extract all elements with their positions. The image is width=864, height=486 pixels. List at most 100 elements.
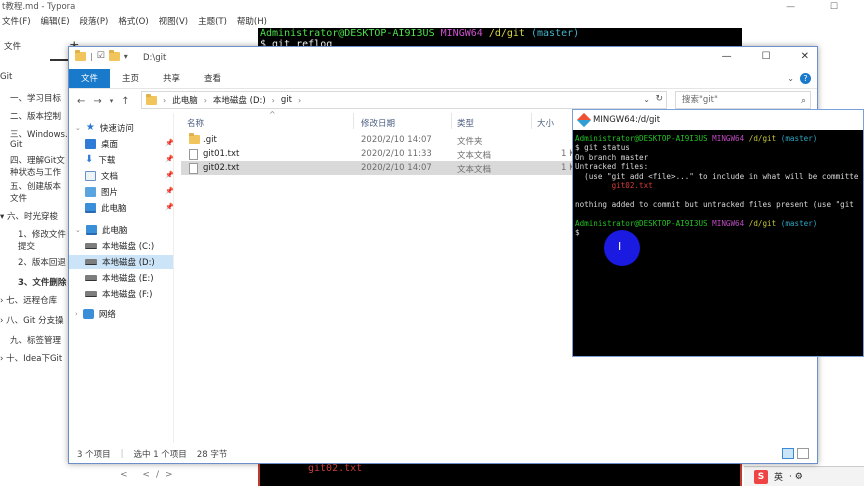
nav-this-pc[interactable]: ⌄ 此电脑 (75, 223, 127, 237)
file-name: git01.txt (203, 149, 240, 159)
explorer-window-controls: — ☐ ✕ (722, 51, 809, 62)
outline-item[interactable]: 种状态与工作 (10, 166, 61, 178)
nav-drive-f[interactable]: 本地磁盘 (F:) (85, 287, 152, 301)
computer-icon (85, 225, 97, 235)
maximize-icon[interactable]: ☐ (762, 51, 771, 62)
source-mode-icon[interactable]: </> (142, 470, 178, 480)
outline-item[interactable]: Git (10, 140, 22, 150)
minimize-icon[interactable]: — (722, 51, 732, 62)
tab-file[interactable]: 文件 (69, 69, 111, 88)
search-input[interactable]: 搜索"git" ⌕ (675, 91, 811, 109)
nav-drive-e[interactable]: 本地磁盘 (E:) (85, 271, 154, 285)
breadcrumb-drive-d[interactable]: 本地磁盘 (D:) (213, 94, 266, 106)
menu-file[interactable]: 文件(F) (2, 15, 31, 30)
ime-logo-icon[interactable]: S (754, 469, 768, 484)
chevron-down-icon[interactable]: ⌄ (75, 226, 81, 234)
outline-item[interactable]: 提交 (18, 240, 35, 252)
tab-files[interactable]: 文件 (4, 40, 21, 52)
breadcrumb-this-pc[interactable]: 此电脑 (172, 94, 198, 106)
toggle-sidebar-icon[interactable]: < (120, 470, 134, 480)
outline-item[interactable]: ▾ 六、时光穿梭 (0, 210, 58, 222)
computer-icon (85, 203, 96, 213)
nav-drive-d[interactable]: 本地磁盘 (D:) (69, 255, 173, 269)
details-view-icon[interactable] (782, 448, 794, 459)
address-dropdown-icon[interactable]: ⌄ (643, 95, 650, 104)
menu-edit[interactable]: 编辑(E) (41, 15, 70, 30)
tab-view[interactable]: 查看 (192, 69, 233, 88)
git-bash-titlebar: MINGW64:/d/git (573, 110, 863, 130)
chevron-right-icon[interactable]: › (75, 310, 78, 318)
outline-item[interactable]: 三、Windows... (10, 128, 73, 140)
nav-desktop[interactable]: 桌面 (85, 137, 118, 151)
navigation-pane: ⌄ ★ 快速访问 桌面 📌 ⬇ 下载 📌 文档 📌 图片 📌 此电脑 📌 ⌄ 此… (69, 113, 174, 443)
column-header-type[interactable]: 类型 (457, 117, 474, 129)
tab-underline (50, 59, 68, 61)
menu-theme[interactable]: 主题(T) (198, 15, 227, 30)
nav-downloads[interactable]: ⬇ 下载 (85, 153, 115, 167)
drive-icon (85, 275, 97, 281)
pane-divider[interactable] (173, 113, 174, 443)
ribbon-tabs: 文件 主页 共享 查看 (69, 69, 817, 89)
refresh-icon[interactable]: ↻ (655, 94, 663, 104)
column-divider[interactable] (353, 113, 354, 129)
nav-drive-c[interactable]: 本地磁盘 (C:) (85, 239, 154, 253)
recent-dropdown-icon[interactable]: ▾ (110, 97, 114, 105)
outline-item[interactable]: 二、版本控制 (10, 110, 61, 122)
menu-format[interactable]: 格式(O) (118, 15, 148, 30)
column-divider[interactable] (451, 113, 452, 129)
outline-item[interactable]: 九、标签管理 (10, 334, 61, 346)
close-icon[interactable]: ✕ (801, 51, 809, 62)
search-icon[interactable]: ⌕ (801, 93, 806, 109)
new-folder-icon[interactable] (108, 49, 120, 61)
chevron-right-icon[interactable]: › (163, 96, 166, 105)
file-modified: 2020/2/10 14:07 (361, 135, 432, 145)
outline-item-active[interactable]: 3、文件删除 (18, 276, 66, 288)
chevron-right-icon[interactable]: › (204, 96, 207, 105)
up-arrow-icon[interactable]: ↑ (121, 96, 129, 107)
nav-documents[interactable]: 文档 (85, 169, 118, 183)
outline-item[interactable]: Git (0, 72, 12, 82)
column-header-modified[interactable]: 修改日期 (361, 117, 395, 129)
dropdown-icon[interactable]: ▾ (124, 52, 128, 61)
outline-item[interactable]: 一、学习目标 (10, 92, 61, 104)
back-arrow-icon[interactable]: ← (77, 96, 85, 107)
outline-item[interactable]: 五、创建版本 (10, 180, 61, 192)
folder-icon (189, 133, 200, 144)
outline-item[interactable]: › 七、远程仓库 (0, 294, 57, 306)
chevron-right-icon[interactable]: › (272, 96, 275, 105)
menu-paragraph[interactable]: 段落(P) (80, 15, 109, 30)
chevron-down-icon[interactable]: ⌄ (75, 124, 81, 132)
ime-lang[interactable]: 英 (774, 470, 783, 483)
tab-home[interactable]: 主页 (110, 69, 151, 88)
ime-more-icon[interactable]: · ⚙ (789, 472, 803, 482)
ime-toolbar[interactable]: S 英 · ⚙ (744, 466, 864, 486)
nav-quick-access[interactable]: ⌄ ★ 快速访问 (75, 121, 134, 135)
text-cursor-icon: I (618, 240, 622, 253)
outline-item[interactable]: 四、理解Git文 (10, 154, 65, 166)
breadcrumb-git[interactable]: git (281, 95, 292, 105)
large-icons-view-icon[interactable] (797, 448, 809, 459)
outline-item[interactable]: 1、修改文件 (18, 228, 66, 240)
outline-item[interactable]: 文件 (10, 192, 27, 204)
outline-item[interactable]: › 十、Idea下Git (0, 352, 62, 364)
nav-network[interactable]: › 网络 (75, 307, 116, 321)
expand-ribbon-icon[interactable]: ⌄ (787, 74, 794, 83)
column-header-name[interactable]: 名称 (187, 117, 204, 129)
tab-share[interactable]: 共享 (151, 69, 192, 88)
nav-this-pc-pinned[interactable]: 此电脑 (85, 201, 127, 215)
download-arrow-icon: ⬇ (85, 154, 94, 165)
typora-window-controls[interactable]: — ☐ (786, 2, 854, 12)
outline-item[interactable]: 2、版本回退 (18, 256, 66, 268)
help-icon[interactable]: ? (800, 73, 811, 84)
column-divider[interactable] (531, 113, 532, 129)
column-header-size[interactable]: 大小 (537, 117, 554, 129)
address-bar[interactable]: › 此电脑 › 本地磁盘 (D:) › git › ⌄ ↻ (141, 91, 667, 109)
terminal-untracked-file: git02.txt (308, 463, 363, 474)
chevron-right-icon[interactable]: › (298, 96, 301, 105)
outline-item[interactable]: › 八、Git 分支操 (0, 314, 64, 326)
forward-arrow-icon[interactable]: → (93, 96, 101, 107)
menu-view[interactable]: 视图(V) (159, 15, 188, 30)
nav-pictures[interactable]: 图片 (85, 185, 118, 199)
checkmark-icon[interactable]: ☑ (97, 51, 105, 61)
drive-icon (85, 243, 97, 249)
